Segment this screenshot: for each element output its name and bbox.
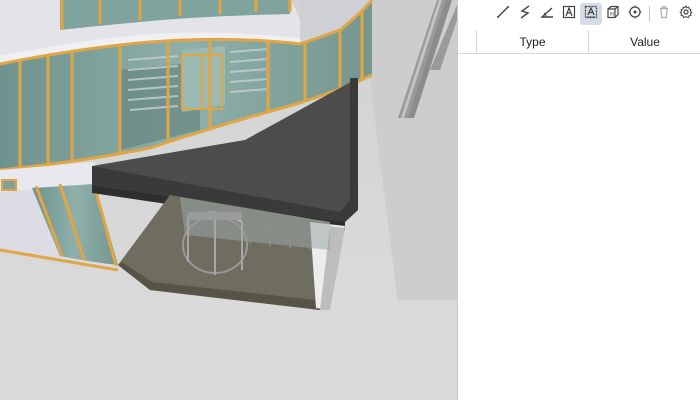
text-annotation-button[interactable] xyxy=(558,3,580,25)
line-measure-button[interactable] xyxy=(492,3,514,25)
column-header-value-label: Value xyxy=(630,34,660,49)
text-area-icon xyxy=(584,5,598,24)
line-measure-icon xyxy=(496,5,510,24)
box-icon: m xyxy=(606,5,620,24)
measure-toolbar: m xyxy=(458,0,700,28)
table-header-spacer xyxy=(458,30,477,53)
column-header-type-label: Type xyxy=(519,34,546,49)
box-measure-button[interactable]: m xyxy=(602,3,624,25)
3d-viewport[interactable] xyxy=(0,0,457,400)
building-model-render xyxy=(0,0,457,400)
column-header-type[interactable]: Type xyxy=(477,30,589,53)
measurement-table-header: Type Value xyxy=(458,30,700,54)
polyline-measure-icon xyxy=(518,4,532,24)
trash-icon xyxy=(657,5,671,24)
point-measure-button[interactable] xyxy=(624,3,646,25)
delete-button[interactable] xyxy=(653,3,675,25)
column-header-value[interactable]: Value xyxy=(589,30,700,53)
text-annotation-icon xyxy=(562,5,576,24)
settings-button[interactable] xyxy=(675,3,697,25)
app-window: m Type Value xyxy=(0,0,700,400)
toolbar-divider xyxy=(649,6,650,22)
point-target-icon xyxy=(628,5,642,24)
measurement-table-body xyxy=(458,54,700,400)
angle-measure-button[interactable] xyxy=(536,3,558,25)
angle-measure-icon xyxy=(540,5,554,24)
text-area-button[interactable] xyxy=(580,3,602,25)
svg-text:m: m xyxy=(610,11,615,17)
measurement-panel: m Type Value xyxy=(457,0,700,400)
settings-gear-icon xyxy=(679,4,693,24)
polyline-measure-button[interactable] xyxy=(514,3,536,25)
